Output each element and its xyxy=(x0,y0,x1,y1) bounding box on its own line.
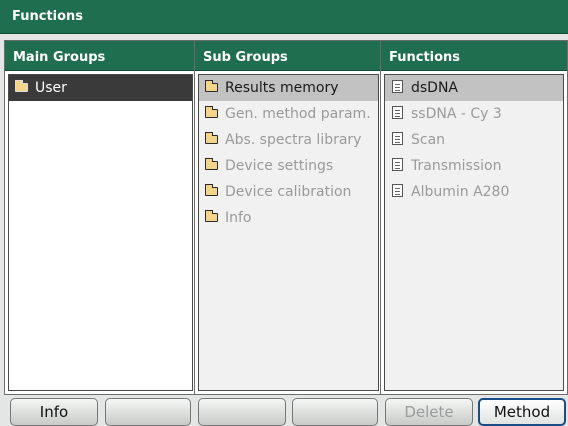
function-item-ssdna-cy3[interactable]: ssDNA - Cy 3 xyxy=(385,101,563,127)
sub-groups-panel: Sub Groups Results memory Gen. method pa… xyxy=(194,40,383,395)
sub-group-item-results-memory[interactable]: Results memory xyxy=(199,75,378,101)
softkey-3[interactable] xyxy=(198,398,286,426)
document-icon xyxy=(389,157,405,175)
info-softkey[interactable]: Info xyxy=(10,398,98,426)
softkey-4[interactable] xyxy=(292,398,378,426)
list-item-label: Albumin A280 xyxy=(411,184,510,200)
folder-icon xyxy=(203,184,219,200)
functions-list[interactable]: dsDNA ssDNA - Cy 3 Scan Transmission Alb… xyxy=(384,74,564,391)
folder-icon xyxy=(13,80,29,96)
document-icon xyxy=(389,79,405,97)
function-item-transmission[interactable]: Transmission xyxy=(385,153,563,179)
sub-groups-header: Sub Groups xyxy=(195,41,382,71)
folder-icon xyxy=(203,132,219,148)
window-title: Functions xyxy=(12,9,84,24)
softkey-2[interactable] xyxy=(105,398,191,426)
function-item-albumin-a280[interactable]: Albumin A280 xyxy=(385,179,563,205)
function-item-dsdna[interactable]: dsDNA xyxy=(385,75,563,101)
document-icon xyxy=(389,105,405,123)
sub-group-item-device-settings[interactable]: Device settings xyxy=(199,153,378,179)
sub-groups-list[interactable]: Results memory Gen. method param. Abs. s… xyxy=(198,74,379,391)
list-item-label: Device calibration xyxy=(225,184,352,200)
functions-header: Functions xyxy=(381,41,567,71)
list-item-label: ssDNA - Cy 3 xyxy=(411,106,502,122)
document-icon xyxy=(389,131,405,149)
main-groups-panel: Main Groups User xyxy=(4,40,197,395)
folder-icon xyxy=(203,210,219,226)
sub-group-item-device-calibration[interactable]: Device calibration xyxy=(199,179,378,205)
list-item-label: dsDNA xyxy=(411,80,459,96)
main-groups-list[interactable]: User xyxy=(8,74,193,391)
folder-icon xyxy=(203,80,219,96)
main-groups-header: Main Groups xyxy=(5,41,196,71)
list-item-label: Abs. spectra library xyxy=(225,132,362,148)
list-item-label: Transmission xyxy=(411,158,502,174)
main-group-item-user[interactable]: User xyxy=(9,75,192,101)
method-softkey[interactable]: Method xyxy=(478,398,566,426)
sub-group-item-gen-method-param[interactable]: Gen. method param. xyxy=(199,101,378,127)
sub-group-item-abs-spectra-library[interactable]: Abs. spectra library xyxy=(199,127,378,153)
folder-icon xyxy=(203,106,219,122)
function-item-scan[interactable]: Scan xyxy=(385,127,563,153)
list-item-label: Scan xyxy=(411,132,446,148)
list-item-label: User xyxy=(35,80,67,96)
sub-group-item-info[interactable]: Info xyxy=(199,205,378,231)
functions-panel: Functions dsDNA ssDNA - Cy 3 Scan Transm… xyxy=(380,40,568,395)
list-item-label: Results memory xyxy=(225,80,339,96)
list-item-label: Info xyxy=(225,210,252,226)
document-icon xyxy=(389,183,405,201)
list-item-label: Gen. method param. xyxy=(225,106,371,122)
list-item-label: Device settings xyxy=(225,158,334,174)
delete-softkey[interactable]: Delete xyxy=(385,398,473,426)
title-bar: Functions xyxy=(0,0,568,34)
folder-icon xyxy=(203,158,219,174)
